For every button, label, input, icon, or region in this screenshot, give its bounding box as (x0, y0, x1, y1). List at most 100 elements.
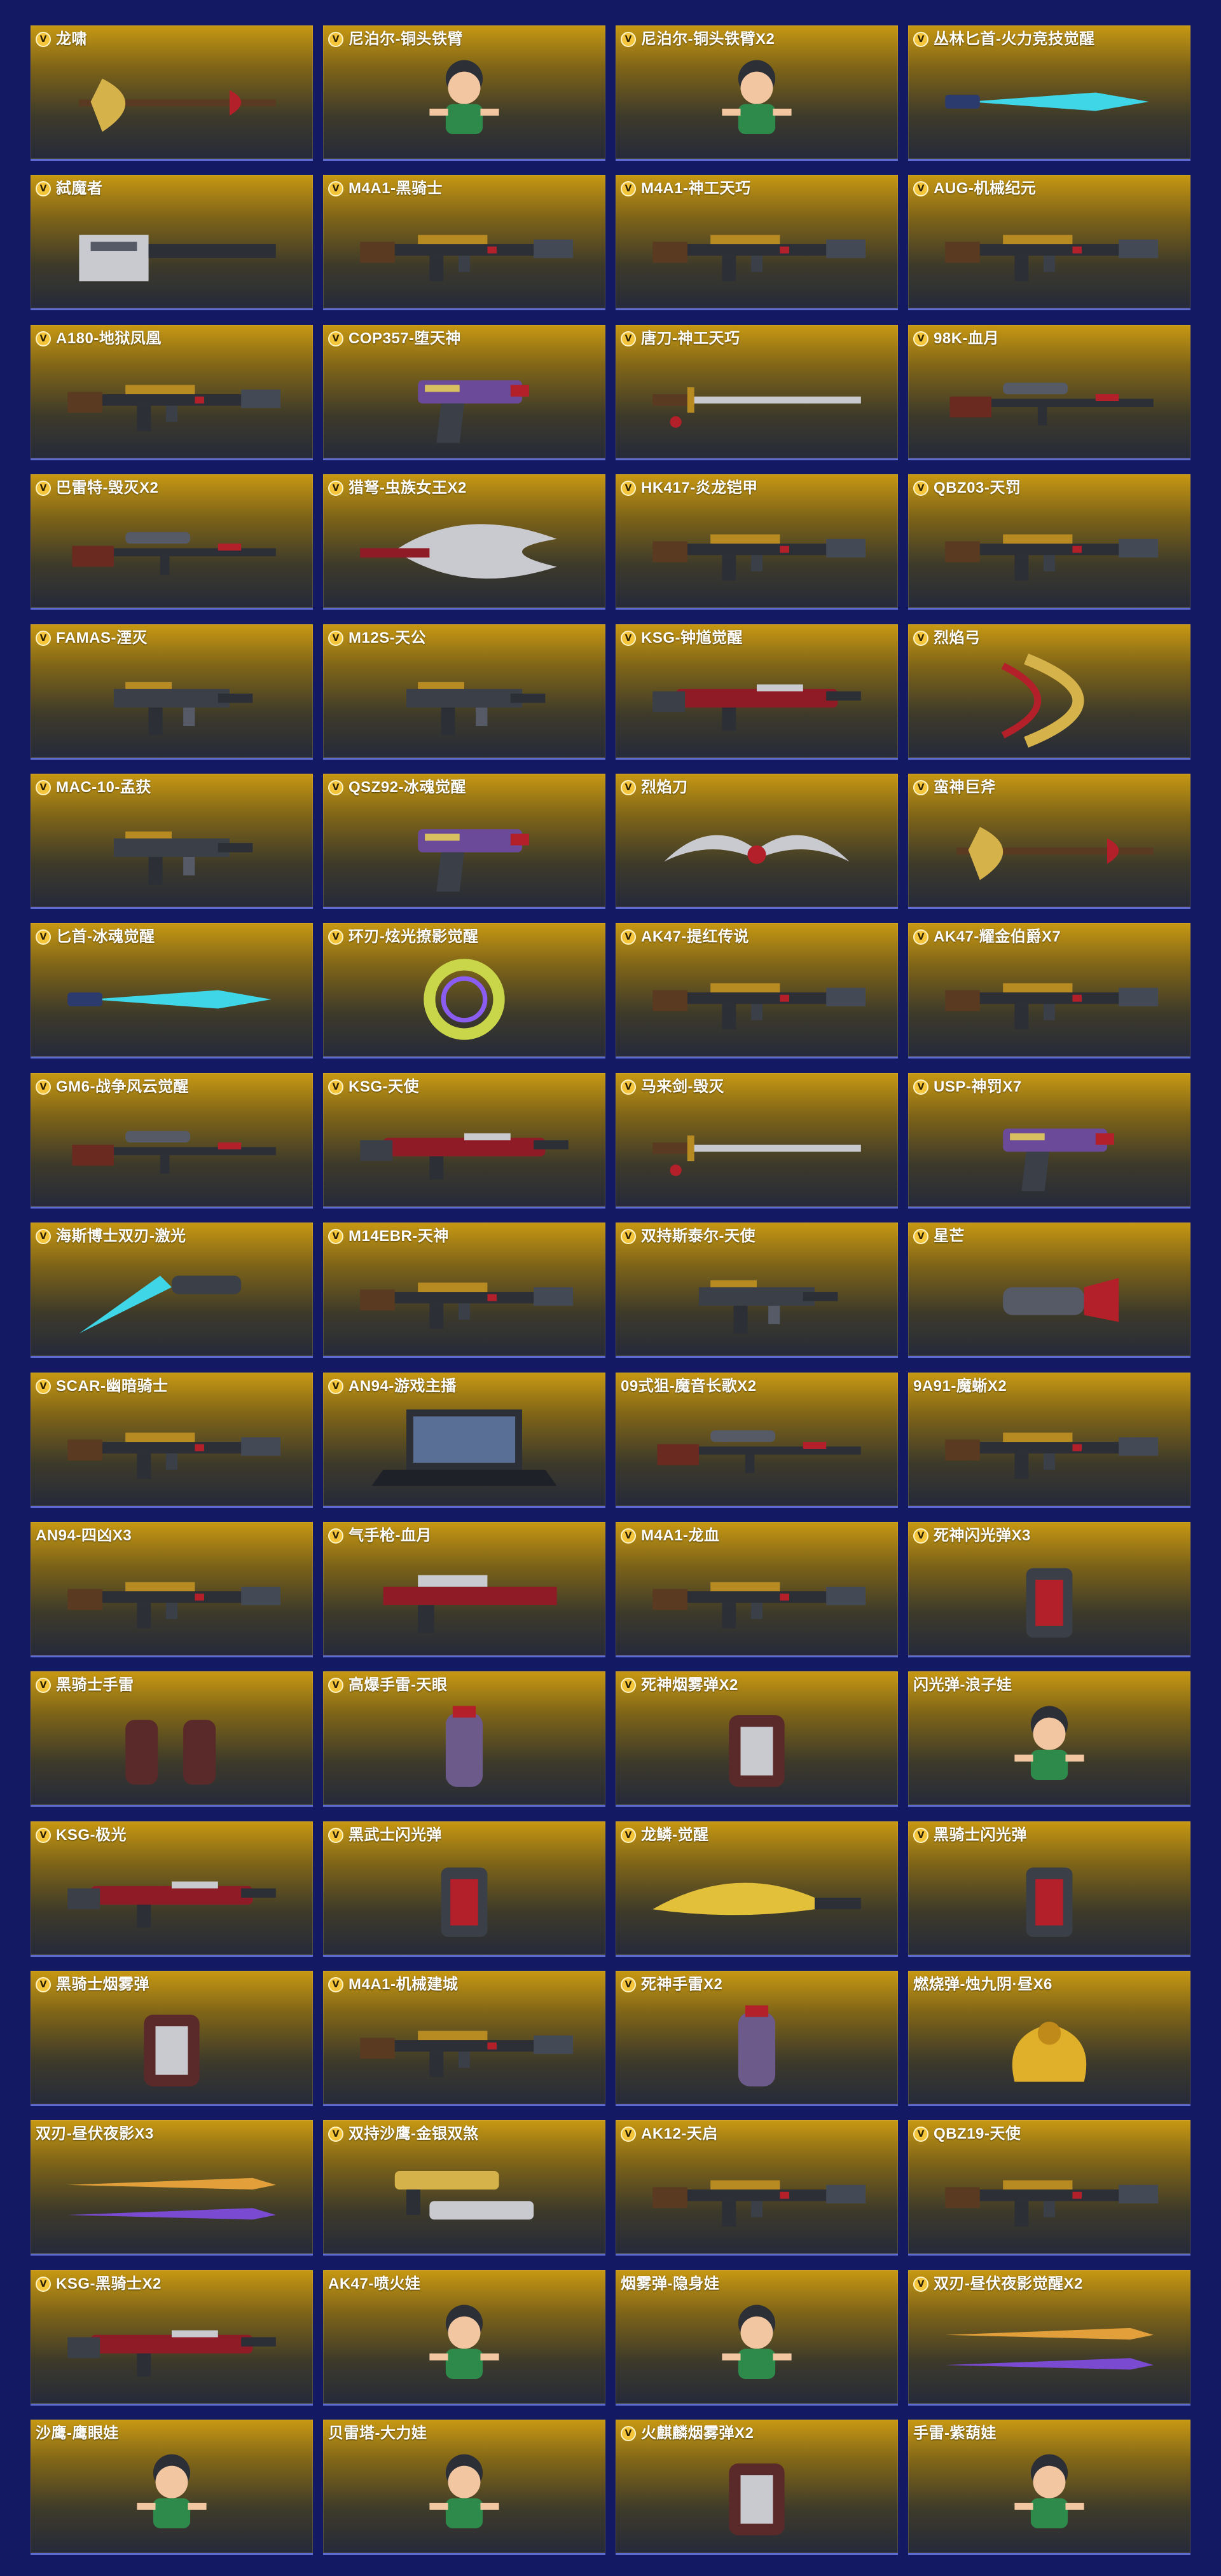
item-card[interactable]: V 匕首-冰魂觉醒 (31, 923, 313, 1059)
card-header: V HK417-炎龙铠甲 (621, 479, 893, 497)
item-card[interactable]: V GM6-战争风云觉醒 (31, 1072, 313, 1209)
card-header: 燃烧弹-烛九阴·昼X6 (913, 1976, 1185, 1994)
card-header: V QSZ92-冰魂觉醒 (328, 779, 600, 797)
item-card[interactable]: V 尼泊尔-铜头铁臂 (323, 25, 605, 161)
flashbang-icon (934, 1848, 1165, 1947)
item-card[interactable]: 烟雾弹-隐身娃 (616, 2270, 898, 2406)
item-card[interactable]: V 死神闪光弹X3 (908, 1521, 1190, 1657)
item-card[interactable]: V AK47-提红传说 (616, 923, 898, 1059)
smg-icon (56, 800, 287, 900)
vip-badge-icon: V (621, 331, 636, 346)
item-card[interactable]: V KSG-黑骑士X2 (31, 2270, 313, 2406)
rifle-icon (934, 1399, 1165, 1498)
card-header: V 弑魔者 (36, 180, 308, 198)
dragon-icon (934, 1997, 1165, 2097)
ring-blade-icon (348, 950, 580, 1049)
item-card[interactable]: 手雷-紫葫娃 (908, 2420, 1190, 2556)
item-card[interactable]: 闪光弹-浪子娃 (908, 1671, 1190, 1807)
item-card[interactable]: 沙鹰-鹰眼娃 (31, 2420, 313, 2556)
item-card[interactable]: 双刃-昼伏夜影X3 (31, 2120, 313, 2256)
item-card[interactable]: V 双持斯泰尔-天使 (616, 1223, 898, 1359)
vip-badge-icon: V (328, 630, 343, 646)
item-card[interactable]: V AN94-游戏主播 (323, 1372, 605, 1508)
item-card[interactable]: V 98K-血月 (908, 324, 1190, 460)
item-name: MAC-10-孟获 (56, 778, 151, 796)
vip-badge-icon: V (913, 2127, 928, 2142)
item-card[interactable]: V 死神手雷X2 (616, 1971, 898, 2107)
vip-badge-icon: V (328, 481, 343, 497)
item-card[interactable]: V AK12-天启 (616, 2120, 898, 2256)
item-card[interactable]: V 黑骑士闪光弹 (908, 1821, 1190, 1957)
card-header: V 尼泊尔-铜头铁臂X2 (621, 31, 893, 48)
vip-badge-icon: V (621, 1229, 636, 1245)
item-card[interactable]: V QBZ03-天罚 (908, 474, 1190, 610)
item-card[interactable]: V 丛林匕首-火力竞技觉醒 (908, 25, 1190, 161)
item-card[interactable]: V QBZ19-天使 (908, 2120, 1190, 2256)
item-card[interactable]: V 环刃-炫光撩影觉醒 (323, 923, 605, 1059)
item-card[interactable]: V M4A1-黑骑士 (323, 175, 605, 311)
item-card[interactable]: 9A91-魔蜥X2 (908, 1372, 1190, 1508)
item-name: 丛林匕首-火力竞技觉醒 (934, 31, 1095, 48)
item-card[interactable]: V 气手枪-血月 (323, 1521, 605, 1657)
item-card[interactable]: V USP-神罚X7 (908, 1072, 1190, 1209)
axe-icon (934, 800, 1165, 900)
item-card[interactable]: V 黑武士闪光弹 (323, 1821, 605, 1957)
item-name: AK47-耀金伯爵X7 (934, 928, 1061, 946)
item-card[interactable]: V HK417-炎龙铠甲 (616, 474, 898, 610)
knife-icon (56, 950, 287, 1049)
axe-icon (56, 52, 287, 151)
item-card[interactable]: V COP357-堕天神 (323, 324, 605, 460)
card-header: 沙鹰-鹰眼娃 (36, 2425, 308, 2442)
item-card[interactable]: V M4A1-机械建城 (323, 1971, 605, 2107)
item-card[interactable]: V M4A1-神工天巧 (616, 175, 898, 311)
item-card[interactable]: 09式狙-魔音长歌X2 (616, 1372, 898, 1508)
item-card[interactable]: V 星芒 (908, 1223, 1190, 1359)
item-card[interactable]: V 龙啸 (31, 25, 313, 161)
item-card[interactable]: V M14EBR-天神 (323, 1223, 605, 1359)
item-card[interactable]: V KSG-极光 (31, 1821, 313, 1957)
item-card[interactable]: V 蛮神巨斧 (908, 773, 1190, 909)
item-card[interactable]: V 黑骑士烟雾弹 (31, 1971, 313, 2107)
item-card[interactable]: V 海斯博士双刃-激光 (31, 1223, 313, 1359)
vip-badge-icon: V (621, 2127, 636, 2142)
vip-badge-icon: V (36, 1378, 51, 1394)
item-card[interactable]: 燃烧弹-烛九阴·昼X6 (908, 1971, 1190, 2107)
item-card[interactable]: V 尼泊尔-铜头铁臂X2 (616, 25, 898, 161)
item-card[interactable]: 贝雷塔-大力娃 (323, 2420, 605, 2556)
vip-badge-icon: V (328, 181, 343, 197)
item-card[interactable]: V A180-地狱凤凰 (31, 324, 313, 460)
item-card[interactable]: V MAC-10-孟获 (31, 773, 313, 909)
item-card[interactable]: V 烈焰弓 (908, 624, 1190, 760)
item-card[interactable]: V AK47-耀金伯爵X7 (908, 923, 1190, 1059)
card-header: V AK47-耀金伯爵X7 (913, 928, 1185, 946)
item-card[interactable]: V 黑骑士手雷 (31, 1671, 313, 1807)
item-card[interactable]: V AUG-机械纪元 (908, 175, 1190, 311)
item-name: KSG-极光 (56, 1826, 127, 1844)
item-card[interactable]: V 唐刀-神工天巧 (616, 324, 898, 460)
item-card[interactable]: V 火麒麟烟雾弹X2 (616, 2420, 898, 2556)
item-card[interactable]: V 巴雷特-毁灭X2 (31, 474, 313, 610)
vip-badge-icon: V (328, 32, 343, 47)
item-card[interactable]: V 马来剑-毁灭 (616, 1072, 898, 1209)
item-card[interactable]: V 高爆手雷-天眼 (323, 1671, 605, 1807)
item-card[interactable]: V KSG-天使 (323, 1072, 605, 1209)
item-card[interactable]: V KSG-钟馗觉醒 (616, 624, 898, 760)
item-card[interactable]: AK47-喷火娃 (323, 2270, 605, 2406)
rifle-icon (641, 501, 873, 600)
item-card[interactable]: V 双持沙鹰-金银双煞 (323, 2120, 605, 2256)
item-card[interactable]: V 龙鳞-觉醒 (616, 1821, 898, 1957)
item-card[interactable]: V 弑魔者 (31, 175, 313, 311)
item-card[interactable]: V QSZ92-冰魂觉醒 (323, 773, 605, 909)
card-header: V 马来剑-毁灭 (621, 1078, 893, 1096)
item-card[interactable]: V 双刃-昼伏夜影觉醒X2 (908, 2270, 1190, 2406)
item-card[interactable]: V 猎弩-虫族女王X2 (323, 474, 605, 610)
item-card[interactable]: V FAMAS-湮灭 (31, 624, 313, 760)
vip-badge-icon: V (913, 1827, 928, 1843)
item-card[interactable]: V SCAR-幽暗骑士 (31, 1372, 313, 1508)
item-card[interactable]: AN94-四凶X3 (31, 1521, 313, 1657)
item-name: 尼泊尔-铜头铁臂X2 (641, 31, 775, 48)
item-card[interactable]: V M4A1-龙血 (616, 1521, 898, 1657)
item-card[interactable]: V M12S-天公 (323, 624, 605, 760)
item-card[interactable]: V 死神烟雾弹X2 (616, 1671, 898, 1807)
item-card[interactable]: V 烈焰刀 (616, 773, 898, 909)
